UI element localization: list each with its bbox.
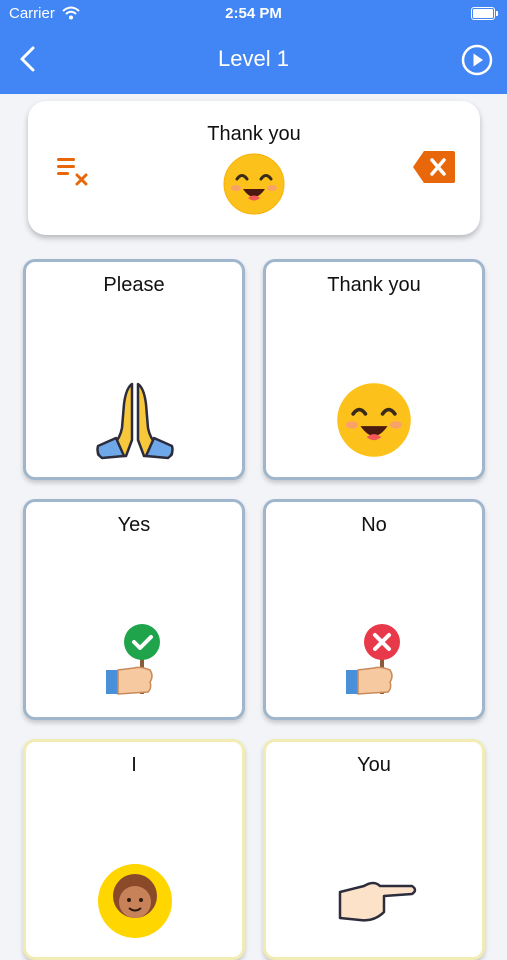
sentence-word: Thank you — [207, 123, 301, 145]
pointing-hand-icon — [338, 881, 417, 922]
sentence-bar: Thank you — [28, 101, 480, 235]
word-card-no[interactable]: No — [263, 499, 485, 720]
clock: 2:54 PM — [225, 5, 282, 22]
clear-sentence-icon[interactable] — [56, 156, 90, 186]
card-label: No — [361, 514, 387, 536]
battery-icon — [471, 7, 498, 20]
play-icon[interactable] — [461, 44, 493, 76]
praying-hands-icon — [96, 382, 174, 460]
card-label: Please — [103, 274, 165, 296]
no-sign-icon — [346, 624, 400, 695]
navigation-bar: Carrier 2:54 PM Level 1 — [0, 0, 507, 94]
smiling-face-icon — [337, 383, 411, 457]
child-face-icon — [98, 864, 172, 938]
card-label: You — [357, 754, 391, 776]
smiling-face-icon — [223, 153, 285, 215]
status-bar: Carrier 2:54 PM — [0, 5, 507, 25]
word-card-i[interactable]: I — [23, 739, 245, 960]
word-card-you[interactable]: You — [263, 739, 485, 960]
page-title: Level 1 — [218, 46, 289, 71]
card-label: Thank you — [327, 274, 421, 296]
word-card-please[interactable]: Please — [23, 259, 245, 480]
word-card-thank-you[interactable]: Thank you — [263, 259, 485, 480]
card-label: Yes — [117, 514, 151, 536]
card-label: I — [131, 754, 137, 776]
backspace-icon[interactable] — [412, 150, 456, 184]
yes-sign-icon — [106, 624, 160, 695]
word-card-yes[interactable]: Yes — [23, 499, 245, 720]
